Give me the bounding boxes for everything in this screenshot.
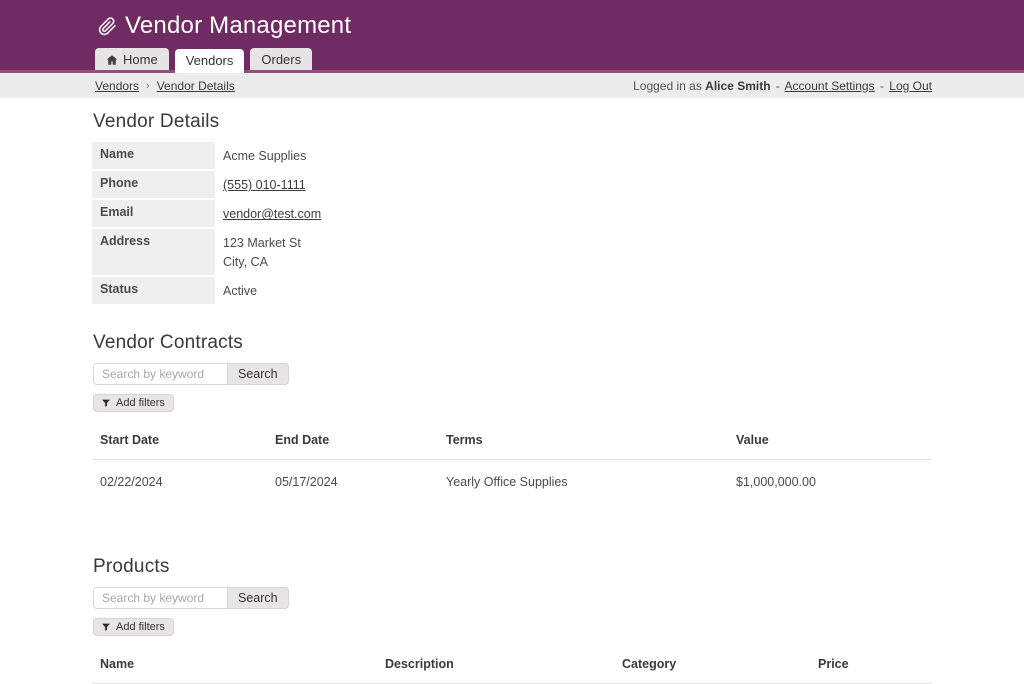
detail-row-email: Email vendor@test.com — [92, 200, 512, 227]
detail-label: Email — [92, 200, 215, 227]
email-link[interactable]: vendor@test.com — [223, 207, 321, 221]
products-col-price: Price — [810, 647, 932, 684]
session-prefix: Logged in as — [633, 79, 702, 93]
contracts-col-value: Value — [728, 423, 932, 460]
app-title-row: Vendor Management — [92, 0, 932, 40]
vendor-details-table: Name Acme Supplies Phone (555) 010-1111 … — [92, 142, 512, 304]
products-col-name: Name — [92, 647, 377, 684]
breadcrumb-link-vendor-details[interactable]: Vendor Details — [157, 79, 235, 93]
add-filters-label: Add filters — [116, 397, 165, 409]
filter-icon — [101, 622, 111, 632]
contracts-table: Start Date End Date Terms Value 02/22/20… — [92, 423, 932, 503]
detail-value-phone: (555) 010-1111 — [215, 171, 314, 198]
contract-cell-terms: Yearly Office Supplies — [438, 460, 728, 503]
account-settings-link[interactable]: Account Settings — [785, 79, 875, 93]
tab-home-label: Home — [123, 52, 158, 67]
detail-row-status: Status Active — [92, 277, 512, 304]
logout-link[interactable]: Log Out — [889, 79, 932, 93]
detail-label: Address — [92, 229, 215, 274]
page-title: Vendor Management — [125, 12, 351, 40]
add-filters-label: Add filters — [116, 621, 165, 633]
detail-row-name: Name Acme Supplies — [92, 142, 512, 169]
tab-orders[interactable]: Orders — [250, 48, 312, 70]
contracts-add-filters-button[interactable]: Add filters — [93, 394, 174, 412]
contracts-col-terms: Terms — [438, 423, 728, 460]
products-search-row: Search — [92, 587, 932, 609]
home-icon — [106, 54, 118, 66]
app-header: Vendor Management Home Vendors Orders — [0, 0, 1024, 73]
contracts-search-input[interactable] — [93, 363, 227, 385]
filter-icon — [101, 398, 111, 408]
vendor-contracts-heading: Vendor Contracts — [92, 332, 932, 354]
chevron-right-icon: › — [146, 80, 150, 92]
contract-cell-value: $1,000,000.00 — [728, 460, 932, 503]
products-col-description: Description — [377, 647, 614, 684]
contracts-search-button[interactable]: Search — [227, 363, 289, 385]
session-user: Alice Smith — [705, 79, 770, 93]
paperclip-icon — [98, 17, 117, 36]
detail-value-status: Active — [215, 277, 265, 304]
detail-row-address: Address 123 Market St City, CA — [92, 229, 512, 274]
breadcrumb: Vendors › Vendor Details — [92, 79, 235, 93]
main-content: Vendor Details Name Acme Supplies Phone … — [92, 98, 932, 684]
detail-value-email: vendor@test.com — [215, 200, 329, 227]
detail-label: Status — [92, 277, 215, 304]
vendor-details-heading: Vendor Details — [92, 111, 932, 133]
products-search-button[interactable]: Search — [227, 587, 289, 609]
contracts-col-start-date: Start Date — [92, 423, 267, 460]
phone-link[interactable]: (555) 010-1111 — [223, 178, 306, 192]
tab-vendors[interactable]: Vendors — [175, 49, 245, 73]
contracts-col-end-date: End Date — [267, 423, 438, 460]
tab-home[interactable]: Home — [95, 48, 169, 70]
products-heading: Products — [92, 556, 932, 578]
contracts-search-row: Search — [92, 363, 932, 385]
breadcrumb-bar: Vendors › Vendor Details Logged in as Al… — [0, 73, 1024, 98]
detail-label: Name — [92, 142, 215, 169]
breadcrumb-link-vendors[interactable]: Vendors — [95, 79, 139, 93]
detail-label: Phone — [92, 171, 215, 198]
detail-value-name: Acme Supplies — [215, 142, 314, 169]
session-info: Logged in as Alice Smith - Account Setti… — [633, 79, 932, 93]
tab-orders-label: Orders — [261, 52, 301, 67]
detail-value-address: 123 Market St City, CA — [215, 229, 309, 274]
products-search-input[interactable] — [93, 587, 227, 609]
detail-row-phone: Phone (555) 010-1111 — [92, 171, 512, 198]
primary-tabs: Home Vendors Orders — [95, 48, 312, 73]
products-table: Name Description Category Price — [92, 647, 932, 684]
tab-vendors-label: Vendors — [186, 53, 234, 68]
products-col-category: Category — [614, 647, 810, 684]
contract-cell-end-date: 05/17/2024 — [267, 460, 438, 503]
contract-cell-start-date: 02/22/2024 — [92, 460, 267, 503]
products-add-filters-button[interactable]: Add filters — [93, 618, 174, 636]
